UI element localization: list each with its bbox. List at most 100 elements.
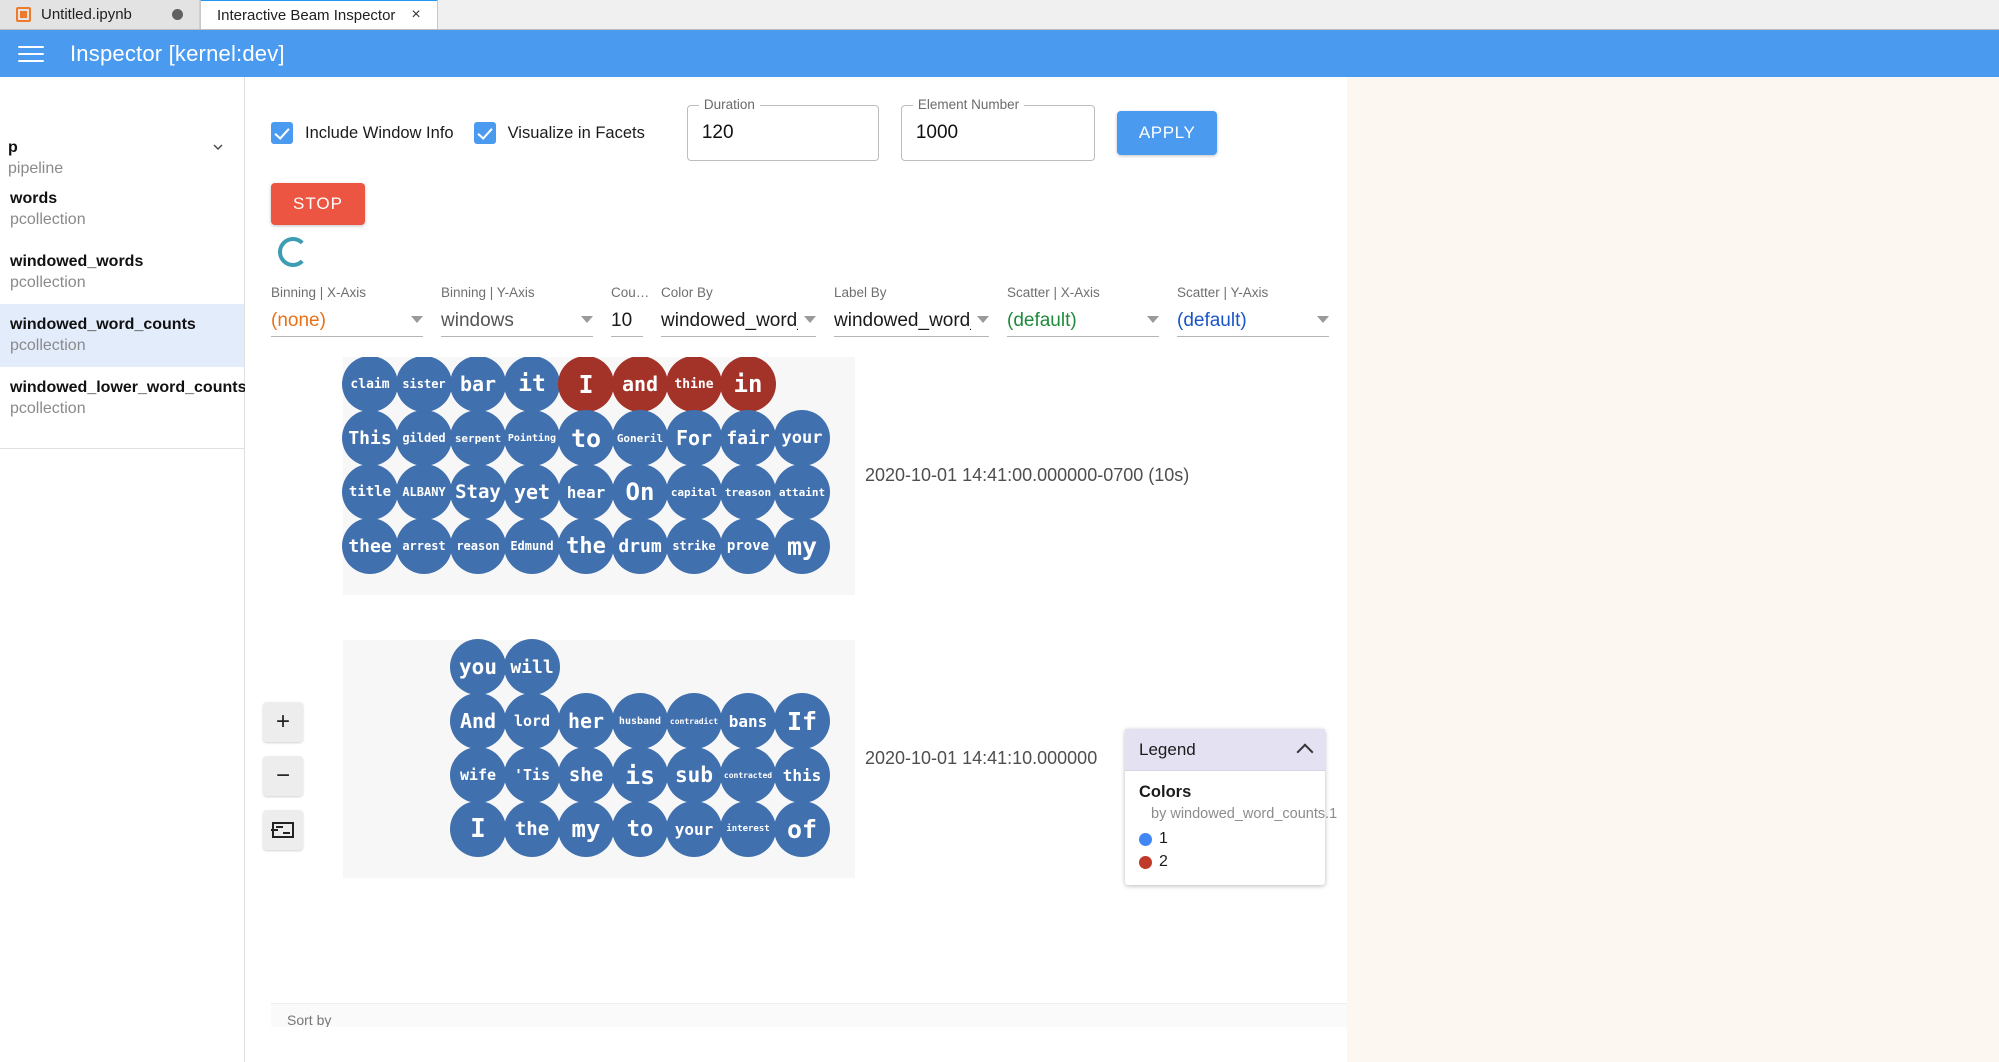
tab-untitled-notebook[interactable]: Untitled.ipynb: [0, 0, 200, 29]
bubble-datapoint[interactable]: sub: [666, 747, 722, 803]
bubble-datapoint[interactable]: it: [504, 357, 560, 412]
bubble-datapoint[interactable]: thine: [666, 357, 722, 412]
legend-entry[interactable]: 1: [1139, 830, 1311, 848]
chevron-down-icon[interactable]: [581, 316, 593, 323]
bubble-datapoint[interactable]: is: [612, 747, 668, 803]
count-control[interactable]: Cou… 10: [611, 285, 643, 337]
chevron-down-icon[interactable]: [411, 316, 423, 323]
bubble-datapoint[interactable]: interest: [720, 801, 776, 857]
bubble-datapoint[interactable]: 'Tis: [504, 747, 560, 803]
bubble-datapoint[interactable]: treason: [720, 464, 776, 520]
sort-by-footer[interactable]: Sort by: [271, 1003, 1347, 1027]
checkbox-checked-icon[interactable]: [474, 122, 496, 144]
checkbox-checked-icon[interactable]: [271, 122, 293, 144]
bubble-datapoint[interactable]: bans: [720, 693, 776, 749]
close-icon[interactable]: ×: [411, 7, 420, 23]
bubble-datapoint[interactable]: wife: [450, 747, 506, 803]
bubble-datapoint[interactable]: the: [558, 518, 614, 574]
zoom-in-button[interactable]: +: [263, 702, 303, 742]
sidebar-item-windowed-words[interactable]: windowed_words pcollection: [0, 241, 244, 304]
color-by-control[interactable]: Color By windowed_word_c: [661, 285, 816, 337]
sidebar-item-windowed-word-counts[interactable]: windowed_word_counts pcollection: [0, 304, 244, 367]
unsaved-changes-dot[interactable]: [172, 9, 183, 20]
tab-interactive-beam-inspector[interactable]: Interactive Beam Inspector ×: [200, 0, 438, 29]
bubble-datapoint[interactable]: you: [450, 639, 506, 695]
scatter-y-axis-control[interactable]: Scatter | Y-Axis (default): [1177, 285, 1329, 337]
bubble-datapoint[interactable]: On: [612, 464, 668, 520]
chevron-down-icon[interactable]: [804, 316, 816, 323]
bubble-datapoint[interactable]: husband: [612, 693, 668, 749]
chevron-down-icon[interactable]: [1317, 316, 1329, 323]
bubble-datapoint[interactable]: of: [774, 801, 830, 857]
bubble-datapoint[interactable]: yet: [504, 464, 560, 520]
bubble-datapoint[interactable]: the: [504, 801, 560, 857]
legend-header[interactable]: Legend: [1125, 729, 1325, 771]
bubble-datapoint[interactable]: I: [450, 801, 506, 857]
bubble-datapoint[interactable]: claim: [342, 357, 398, 412]
bubble-datapoint[interactable]: Pointing: [504, 410, 560, 466]
sidebar-item-words[interactable]: words pcollection: [0, 178, 244, 241]
legend-panel[interactable]: Legend Colors by windowed_word_counts.1 …: [1125, 729, 1325, 885]
bubble-datapoint[interactable]: this: [774, 747, 830, 803]
binning-y-axis-control[interactable]: Binning | Y-Axis windows: [441, 285, 593, 337]
bubble-datapoint[interactable]: prove: [720, 518, 776, 574]
fit-to-screen-button[interactable]: [263, 810, 303, 850]
bubble-datapoint[interactable]: to: [612, 801, 668, 857]
zoom-out-button[interactable]: −: [263, 756, 303, 796]
bubble-datapoint[interactable]: your: [774, 410, 830, 466]
bubble-datapoint[interactable]: Stay: [450, 464, 506, 520]
chevron-down-icon[interactable]: [1147, 316, 1159, 323]
facets-dive-canvas[interactable]: + − claimsisterbaritIandthineinThisgilde…: [245, 357, 1347, 1027]
bubble-datapoint[interactable]: my: [774, 518, 830, 574]
bubble-datapoint[interactable]: fair: [720, 410, 776, 466]
bubble-datapoint[interactable]: title: [342, 464, 398, 520]
stop-button[interactable]: STOP: [271, 183, 365, 225]
element-number-field[interactable]: Element Number 1000: [901, 105, 1095, 161]
bubble-datapoint[interactable]: This: [342, 410, 398, 466]
bubble-datapoint[interactable]: attaint: [774, 464, 830, 520]
bubble-datapoint[interactable]: If: [774, 693, 830, 749]
hamburger-icon[interactable]: [18, 45, 44, 63]
bubble-datapoint[interactable]: my: [558, 801, 614, 857]
bubble-datapoint[interactable]: For: [666, 410, 722, 466]
bubble-datapoint[interactable]: And: [450, 693, 506, 749]
bubble-datapoint[interactable]: bar: [450, 357, 506, 412]
bubble-datapoint[interactable]: ALBANY: [396, 464, 452, 520]
chevron-up-icon[interactable]: [1297, 744, 1314, 761]
bubble-datapoint[interactable]: her: [558, 693, 614, 749]
binning-x-axis-control[interactable]: Binning | X-Axis (none): [271, 285, 423, 337]
bubble-datapoint[interactable]: she: [558, 747, 614, 803]
bubble-datapoint[interactable]: gilded: [396, 410, 452, 466]
chevron-down-icon[interactable]: [210, 139, 226, 155]
bubble-datapoint[interactable]: thee: [342, 518, 398, 574]
duration-field[interactable]: Duration 120: [687, 105, 879, 161]
bubble-datapoint[interactable]: lord: [504, 693, 560, 749]
bubble-datapoint[interactable]: capital: [666, 464, 722, 520]
bubble-datapoint[interactable]: will: [504, 639, 560, 695]
bubble-datapoint[interactable]: Goneril: [612, 410, 668, 466]
bubble-datapoint[interactable]: contracted: [720, 747, 776, 803]
bubble-datapoint[interactable]: your: [666, 801, 722, 857]
bubble-datapoint[interactable]: arrest: [396, 518, 452, 574]
scatter-x-axis-control[interactable]: Scatter | X-Axis (default): [1007, 285, 1159, 337]
bubble-datapoint[interactable]: strike: [666, 518, 722, 574]
legend-entry[interactable]: 2: [1139, 853, 1311, 871]
include-window-info-checkbox[interactable]: Include Window Info: [271, 122, 454, 144]
bubble-datapoint[interactable]: Edmund: [504, 518, 560, 574]
bubble-datapoint[interactable]: and: [612, 357, 668, 412]
bubble-datapoint[interactable]: hear: [558, 464, 614, 520]
apply-button[interactable]: APPLY: [1117, 111, 1218, 155]
bubble-datapoint[interactable]: in: [720, 357, 776, 412]
bubble-datapoint[interactable]: serpent: [450, 410, 506, 466]
visualize-in-facets-checkbox[interactable]: Visualize in Facets: [474, 122, 645, 144]
bubble-datapoint[interactable]: sister: [396, 357, 452, 412]
bubble-datapoint[interactable]: to: [558, 410, 614, 466]
sidebar-item-pipeline-root[interactable]: p pipeline: [0, 77, 244, 178]
bubble-datapoint[interactable]: drum: [612, 518, 668, 574]
bubble-datapoint[interactable]: contradict: [666, 693, 722, 749]
bubble-datapoint[interactable]: reason: [450, 518, 506, 574]
label-by-control[interactable]: Label By windowed_word_c: [834, 285, 989, 337]
sidebar-item-windowed-lower-word-counts[interactable]: windowed_lower_word_counts pcollection: [0, 367, 244, 430]
bubble-datapoint[interactable]: I: [558, 357, 614, 412]
chevron-down-icon[interactable]: [977, 316, 989, 323]
